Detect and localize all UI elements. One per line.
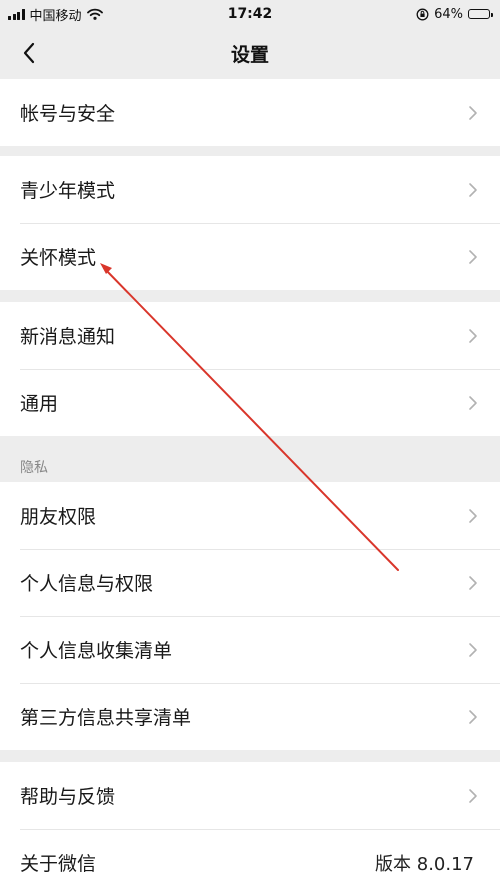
row-label: 朋友权限 [20,506,97,528]
chevron-left-icon [23,42,35,64]
chevron-right-icon [469,105,477,120]
row-about-wechat[interactable]: 关于微信 版本 8.0.17 [0,829,500,896]
row-help-feedback[interactable]: 帮助与反馈 [0,762,500,829]
chevron-right-icon [469,182,477,197]
chevron-right-icon [469,249,477,264]
chevron-right-icon [469,788,477,803]
row-general[interactable]: 通用 [0,369,500,436]
settings-group-privacy: 朋友权限 个人信息与权限 个人信息收集清单 第三方信息共享清单 [0,482,500,750]
row-label: 个人信息收集清单 [20,640,173,662]
battery-icon [468,9,493,19]
section-header-privacy: 隐私 [20,460,48,476]
row-label: 新消息通知 [20,326,116,348]
version-value: 版本 8.0.17 [375,853,474,875]
row-label: 通用 [20,393,59,415]
row-youth-mode[interactable]: 青少年模式 [0,156,500,223]
page-title: 设置 [230,43,269,66]
settings-group-about: 帮助与反馈 关于微信 版本 8.0.17 [0,762,500,896]
row-label: 帐号与安全 [20,103,116,125]
row-label: 关怀模式 [20,247,97,269]
row-label: 第三方信息共享清单 [20,707,192,729]
chevron-right-icon [469,642,477,657]
orientation-lock-icon [416,8,429,20]
signal-icon [8,8,25,20]
battery-percent: 64% [434,6,463,22]
row-account-security[interactable]: 帐号与安全 [0,79,500,146]
settings-group-general: 新消息通知 通用 [0,302,500,436]
status-bar: 中国移动 17:42 64% [0,0,500,28]
carrier-name: 中国移动 [29,8,82,24]
row-personal-info-permissions[interactable]: 个人信息与权限 [0,549,500,616]
settings-group-account: 帐号与安全 [0,79,500,146]
chevron-right-icon [469,508,477,523]
row-message-notifications[interactable]: 新消息通知 [0,302,500,369]
row-label: 关于微信 [20,853,97,875]
row-label: 青少年模式 [20,180,116,202]
chevron-right-icon [469,395,477,410]
chevron-right-icon [469,575,477,590]
row-personal-info-collection[interactable]: 个人信息收集清单 [0,616,500,683]
status-right: 64% [416,6,493,22]
wifi-icon [86,8,103,20]
settings-group-modes: 青少年模式 关怀模式 [0,156,500,290]
row-third-party-sharing[interactable]: 第三方信息共享清单 [0,683,500,750]
row-friend-permissions[interactable]: 朋友权限 [0,482,500,549]
status-left: 中国移动 [8,5,103,24]
nav-bar: 设置 [0,28,500,78]
row-label: 个人信息与权限 [20,573,154,595]
row-label: 帮助与反馈 [20,786,116,808]
chevron-right-icon [469,328,477,343]
back-button[interactable] [14,38,44,68]
row-care-mode[interactable]: 关怀模式 [0,223,500,290]
chevron-right-icon [469,709,477,724]
